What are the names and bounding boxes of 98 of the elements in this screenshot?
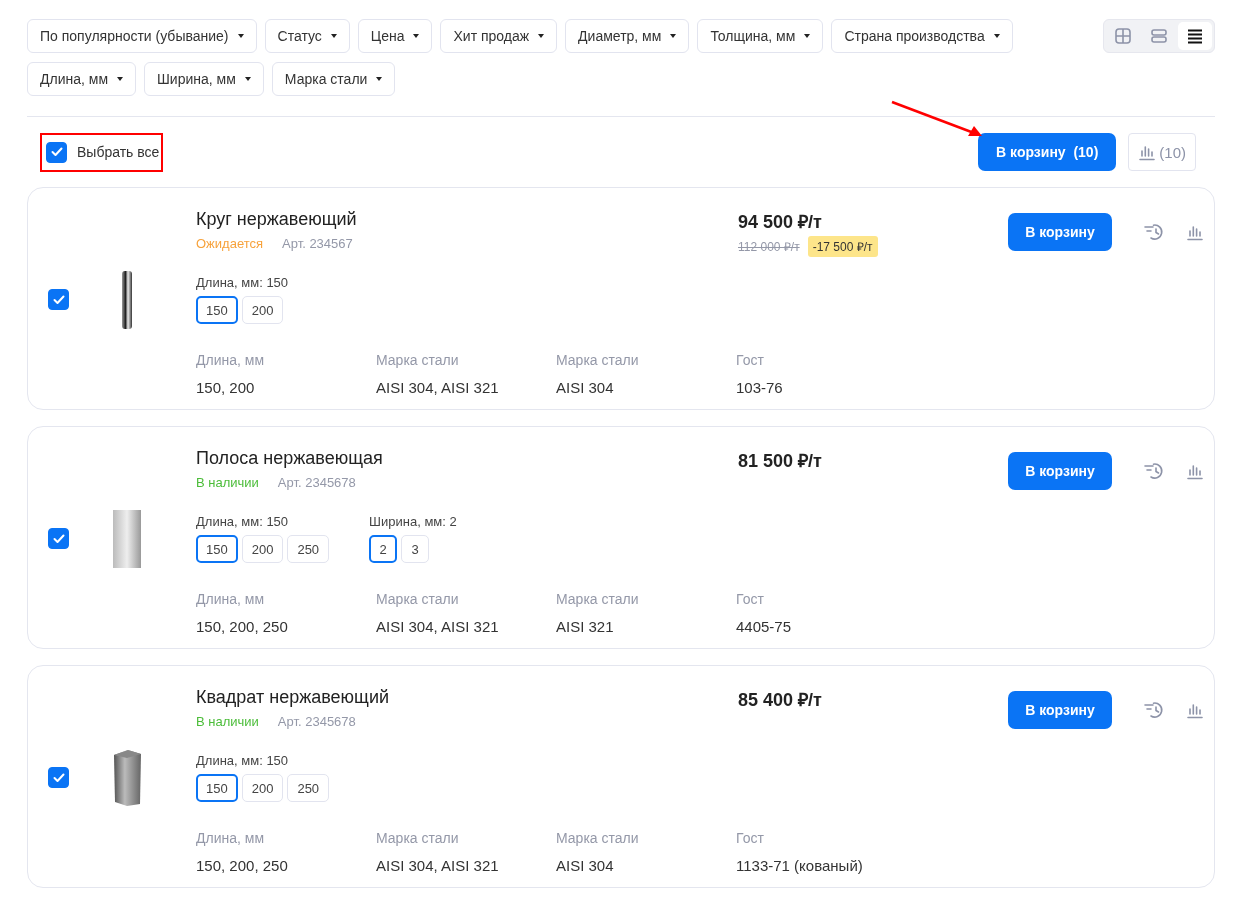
- attribute-name: Гост: [736, 830, 765, 846]
- checkmark-icon: [50, 147, 63, 157]
- attribute-name: Марка стали: [376, 591, 460, 607]
- strip-photo: [113, 509, 141, 568]
- attribute-value: 150, 200, 250: [196, 857, 289, 874]
- checkbox[interactable]: [48, 767, 69, 788]
- article-number: Арт. 2345678: [277, 475, 356, 490]
- checkmark-icon: [52, 533, 65, 544]
- price: 85 400 ₽/т: [738, 689, 823, 711]
- attribute-value: AISI 304: [556, 857, 615, 874]
- stock-status: В наличии: [196, 714, 259, 729]
- attribute-value: 103-76: [736, 379, 784, 396]
- discount-badge: -17 500 ₽/т: [807, 236, 878, 257]
- product-name[interactable]: Квадрат нержавеющий: [196, 687, 738, 708]
- checkmark-icon: [52, 772, 65, 783]
- bar-photo: [112, 748, 142, 807]
- option-chip[interactable]: 250: [287, 774, 330, 802]
- attribute-name: Длина, мм: [196, 830, 266, 846]
- filter-dropdown[interactable]: Диаметр, мм: [565, 19, 690, 53]
- rod-photo: [121, 269, 133, 330]
- price: 94 500 ₽/т: [738, 211, 823, 233]
- select-all-label: Выбрать все: [77, 144, 160, 160]
- stock-status: В наличии: [196, 475, 259, 490]
- attribute-value: AISI 304, AISI 321: [376, 857, 500, 874]
- caret-icon: [538, 34, 545, 38]
- history-icon[interactable]: [1144, 223, 1164, 241]
- article-number: Арт. 234567: [282, 236, 353, 251]
- old-price: 112 000 ₽/т: [738, 239, 800, 255]
- caret-icon: [244, 77, 251, 81]
- add-to-cart-button[interactable]: В корзину: [1008, 213, 1112, 251]
- attribute-value: AISI 304, AISI 321: [376, 379, 500, 396]
- caret-icon: [376, 77, 383, 81]
- option-label: Ширина, мм: 2: [369, 514, 457, 529]
- price: 81 500 ₽/т: [738, 450, 823, 472]
- option-chip[interactable]: 200: [241, 296, 284, 324]
- checkmark-icon: [52, 294, 65, 305]
- attribute-value: 1133-71 (кованый): [736, 857, 864, 874]
- history-icon[interactable]: [1144, 701, 1164, 719]
- caret-icon: [117, 77, 124, 81]
- option-label: Длина, мм: 150: [196, 275, 289, 290]
- attribute-name: Марка стали: [376, 830, 460, 846]
- history-icon[interactable]: [1144, 462, 1164, 480]
- filter-dropdown[interactable]: Хит продаж: [440, 19, 558, 53]
- rows-view-icon[interactable]: [1150, 27, 1168, 45]
- filter-dropdown[interactable]: По популярности (убывание): [27, 19, 257, 53]
- chart-icon[interactable]: [1186, 462, 1204, 480]
- caret-icon: [413, 34, 420, 38]
- chart-icon[interactable]: [1186, 223, 1204, 241]
- option-chip[interactable]: 3: [401, 535, 430, 563]
- caret-icon: [330, 34, 337, 38]
- filter-dropdown[interactable]: Статус: [264, 19, 350, 53]
- attribute-value: 150, 200, 250: [196, 618, 289, 635]
- checkbox[interactable]: [48, 289, 69, 310]
- attribute-name: Марка стали: [556, 352, 640, 368]
- option-chip[interactable]: 150: [196, 535, 238, 563]
- attribute-name: Длина, мм: [196, 352, 266, 368]
- attribute-value: 150, 200: [196, 379, 256, 396]
- option-chip[interactable]: 150: [196, 296, 238, 324]
- attribute-name: Марка стали: [556, 591, 640, 607]
- product-name[interactable]: Круг нержавеющий: [196, 209, 738, 230]
- caret-icon: [670, 34, 677, 38]
- filter-dropdown[interactable]: Страна производства: [831, 19, 1013, 53]
- filter-dropdown[interactable]: Марка стали: [271, 62, 396, 96]
- checkbox[interactable]: [48, 528, 69, 549]
- list-view-icon[interactable]: [1186, 27, 1204, 45]
- attribute-name: Гост: [736, 352, 765, 368]
- article-number: Арт. 2345678: [277, 714, 356, 729]
- checkbox[interactable]: [46, 141, 67, 163]
- caret-icon: [804, 34, 811, 38]
- chart-icon[interactable]: [1138, 143, 1157, 161]
- attribute-name: Марка стали: [376, 352, 460, 368]
- attribute-name: Марка стали: [556, 830, 640, 846]
- stock-status: Ожидается: [196, 236, 264, 251]
- add-to-cart-button[interactable]: В корзину: [1008, 691, 1112, 729]
- product-name[interactable]: Полоса нержавеющая: [196, 448, 738, 469]
- filter-dropdown[interactable]: Ширина, мм: [144, 62, 264, 96]
- add-to-cart-button[interactable]: В корзину: [1008, 452, 1112, 490]
- option-chip[interactable]: 200: [241, 535, 284, 563]
- filter-dropdown[interactable]: Толщина, мм: [697, 19, 824, 53]
- attribute-value: AISI 304, AISI 321: [376, 618, 500, 635]
- option-label: Длина, мм: 150: [196, 753, 290, 768]
- option-chip[interactable]: 250: [287, 535, 330, 563]
- attribute-name: Гост: [736, 591, 765, 607]
- option-label: Длина, мм: 150: [196, 514, 290, 529]
- grid-view-icon[interactable]: [1114, 27, 1132, 45]
- add-to-cart-button[interactable]: В корзину (10): [978, 133, 1117, 171]
- attribute-value: AISI 321: [556, 618, 615, 635]
- option-chip[interactable]: 150: [196, 774, 238, 802]
- caret-icon: [237, 34, 244, 38]
- filter-dropdown[interactable]: Цена: [357, 19, 433, 53]
- option-chip[interactable]: 200: [241, 774, 284, 802]
- chart-icon[interactable]: [1186, 701, 1204, 719]
- option-chip[interactable]: 2: [369, 535, 398, 563]
- caret-icon: [993, 34, 1000, 38]
- attribute-value: 4405-75: [736, 618, 793, 635]
- attribute-name: Длина, мм: [196, 591, 266, 607]
- filter-dropdown[interactable]: Длина, мм: [27, 62, 137, 96]
- attribute-value: AISI 304: [556, 379, 615, 396]
